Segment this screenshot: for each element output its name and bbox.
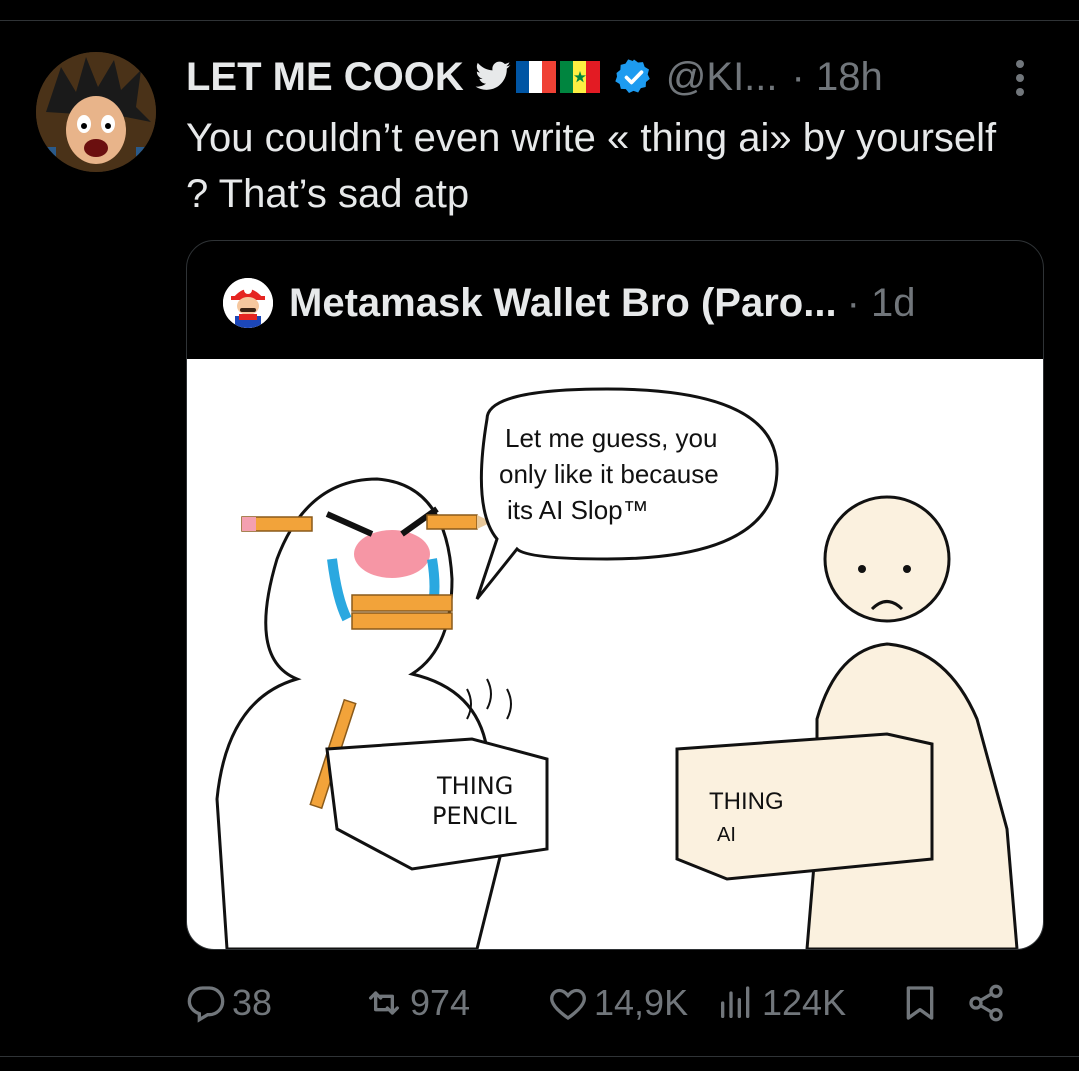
- more-icon[interactable]: [1010, 56, 1030, 100]
- pencil: [351, 594, 453, 612]
- post-time[interactable]: · 18h: [792, 55, 883, 100]
- avatar[interactable]: [36, 52, 156, 172]
- reply-icon: [187, 986, 225, 1023]
- speech-line3: its AI Slop™: [507, 495, 649, 525]
- top-divider: [0, 20, 1079, 21]
- pencil-eraser: [242, 517, 256, 531]
- repost-count: 974: [410, 982, 471, 1023]
- author-name[interactable]: LET ME COOK: [186, 55, 464, 100]
- comic-drawing: THING PENCIL Let me guess, you only like…: [215, 387, 1019, 949]
- share-icon: [969, 984, 1003, 1022]
- france-flag-icon: [515, 61, 556, 93]
- bookmark-button[interactable]: [900, 975, 946, 1031]
- share-button[interactable]: [966, 975, 1012, 1031]
- bookmark-icon: [906, 986, 934, 1020]
- like-count: 14,9K: [594, 982, 689, 1023]
- views-icon: [721, 986, 750, 1018]
- like-button[interactable]: 14,9K: [548, 975, 688, 1031]
- quoted-post-header: Metamask Wallet Bro (Paro... · 1d: [223, 277, 916, 329]
- right-eye: [903, 565, 911, 573]
- star-icon: [573, 71, 586, 83]
- right-eye: [858, 565, 866, 573]
- views-count: 124K: [762, 982, 847, 1023]
- speech-line2: only like it because: [499, 459, 719, 489]
- views-button[interactable]: 124K: [716, 975, 846, 1031]
- avatar-image: [36, 52, 156, 172]
- quoted-post-time[interactable]: · 1d: [847, 281, 916, 326]
- left-box-line2: PENCIL: [432, 802, 517, 830]
- pencil: [426, 514, 478, 530]
- right-box-line1: THING: [709, 788, 784, 815]
- quoted-post[interactable]: Metamask Wallet Bro (Paro... · 1d THING …: [186, 240, 1044, 950]
- repost-icon: [369, 991, 399, 1015]
- post-header: LET ME COOK @KI... · 18h: [186, 52, 883, 102]
- like-icon: [550, 988, 586, 1020]
- left-box-line1: THING: [436, 772, 513, 800]
- quoted-comic-image[interactable]: THING PENCIL Let me guess, you only like…: [187, 359, 1043, 949]
- quoted-author-name[interactable]: Metamask Wallet Bro (Paro...: [289, 281, 837, 326]
- quoted-avatar-image: [223, 278, 273, 328]
- pencil: [351, 612, 453, 630]
- reply-button[interactable]: 38: [186, 975, 272, 1031]
- author-handle[interactable]: @KI...: [666, 55, 778, 100]
- bottom-divider: [0, 1056, 1079, 1057]
- reply-count: 38: [232, 982, 273, 1023]
- senegal-flag-icon: [559, 61, 600, 93]
- speech-line1: Let me guess, you: [505, 423, 717, 453]
- right-box-line2: AI: [717, 824, 736, 846]
- verified-badge-icon: [615, 59, 650, 93]
- action-bar: 38 974 14,9K 124K: [186, 975, 1036, 1031]
- repost-button[interactable]: 974: [364, 975, 470, 1031]
- angry-blush: [354, 530, 430, 578]
- quoted-avatar[interactable]: [223, 278, 273, 328]
- post-text: You couldn’t even write « thing ai» by y…: [186, 116, 997, 216]
- twitter-bird-icon: [475, 61, 511, 90]
- speech-bubble: [475, 387, 779, 600]
